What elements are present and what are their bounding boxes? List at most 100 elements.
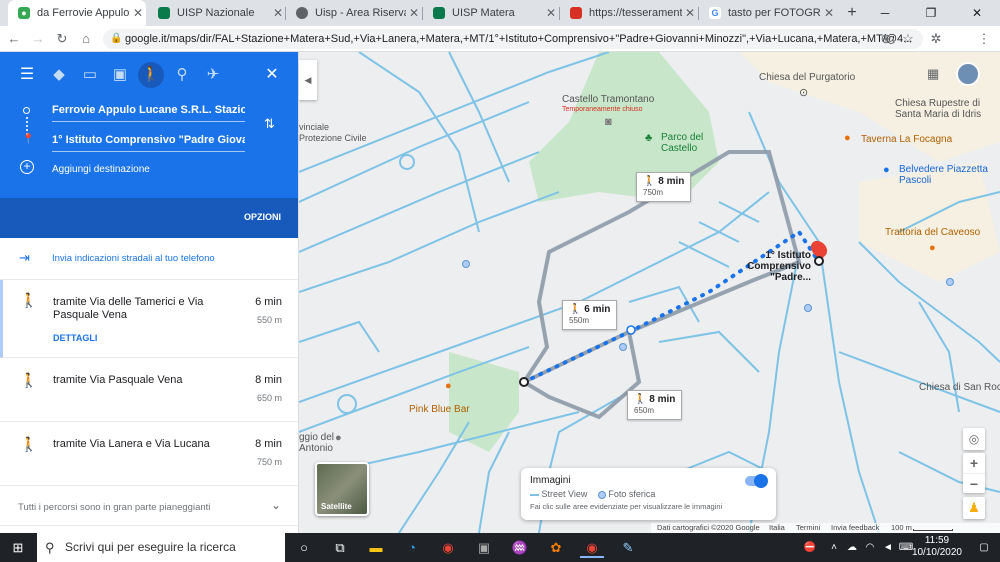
route-time: 8 min (255, 374, 282, 386)
close-icon[interactable]: ✕ (270, 6, 286, 20)
swap-icon[interactable]: ⇅ (264, 116, 275, 132)
walk-callout-3[interactable]: 🚶 8 min 650m (627, 390, 683, 420)
route-option-1[interactable]: 🚶 tramite Via delle Tamerici e Via Pasqu… (0, 280, 298, 358)
close-icon[interactable]: ✕ (821, 6, 837, 20)
label-istituto[interactable]: 1° Istituto Comprensivo "Padre... (711, 250, 811, 283)
tab-google-search[interactable]: G tasto per FOTOGRAFARE ✕ (699, 0, 837, 26)
store-icon[interactable]: ▣ (472, 537, 496, 558)
destination-input[interactable]: 1° Istituto Comprensivo "Padre Giovanni (52, 134, 245, 152)
hamburger-menu-icon[interactable]: ☰ (14, 62, 40, 88)
transit-icon[interactable]: ▣ (107, 62, 133, 88)
label-taverna[interactable]: Taverna La Focagna (861, 134, 952, 145)
terms-link[interactable]: Termini (796, 523, 820, 532)
label-chiesa-rupestre[interactable]: Chiesa Rupestre di Santa Maria di Idris (895, 98, 995, 120)
zoom-in-button[interactable]: + (963, 453, 985, 473)
satellite-toggle[interactable]: Satellite (315, 462, 369, 516)
origin-dot-icon (23, 107, 30, 114)
close-icon[interactable]: ✕ (406, 6, 422, 20)
details-button[interactable]: DETTAGLI (53, 333, 97, 343)
my-location-button[interactable]: ◎ (963, 428, 985, 450)
file-explorer-icon[interactable]: ▬ (364, 537, 388, 558)
walk-callout-1[interactable]: 🚶 8 min 750m (636, 172, 692, 202)
origin-input[interactable]: Ferrovie Appulo Lucane S.R.L. Stazione (52, 104, 245, 122)
menu-dots-icon[interactable]: ⋮ (974, 29, 994, 49)
collapse-panel-button[interactable]: ◀ (299, 60, 317, 100)
address-bar[interactable]: 🔒 google.it/maps/dir/FAL+Stazione+Matera… (103, 29, 923, 49)
people-icon[interactable]: ⛔ (798, 537, 822, 558)
chevron-down-icon[interactable]: ⌄ (271, 498, 281, 512)
camera-icon: ◙ (605, 116, 612, 128)
send-to-phone-icon: ⇥ (19, 250, 30, 265)
map-canvas[interactable]: Chiesa del Purgatorio ⊙ Castello Tramont… (299, 52, 1000, 533)
edge-icon[interactable]: ◔ (400, 537, 424, 558)
route-distance: 750 m (256, 457, 282, 467)
car-icon[interactable]: ▭ (77, 62, 103, 88)
label-antonio[interactable]: ggio del Antonio (299, 432, 339, 454)
task-view-icon[interactable]: ⧉ (328, 537, 352, 558)
add-icon[interactable]: + (20, 160, 34, 174)
feedback-link[interactable]: Invia feedback (831, 523, 879, 532)
terrain-note-row[interactable]: Tutti i percorsi sono in gran parte pian… (0, 486, 298, 526)
label-trattoria[interactable]: Trattoria del Caveoso (885, 227, 980, 238)
chrome-icon[interactable]: ◉ (436, 537, 460, 558)
maximize-button[interactable]: ❐ (908, 0, 954, 26)
walking-icon[interactable]: 🚶 (138, 62, 164, 88)
scale-label[interactable]: 100 m (891, 523, 912, 532)
close-window-button[interactable]: ✕ (954, 0, 1000, 26)
church-icon: ⊙ (799, 87, 809, 99)
reload-icon[interactable]: ↻ (52, 29, 72, 49)
label-pink-blue-bar[interactable]: Pink Blue Bar (409, 404, 470, 415)
country-link[interactable]: Italia (769, 523, 785, 532)
acrobat-icon[interactable]: ♒ (508, 537, 532, 558)
tab-maps[interactable]: ● da Ferrovie Appulo Lucane ✕ (8, 0, 146, 26)
tab-uisp-matera[interactable]: UISP Matera ✕ (423, 0, 559, 26)
close-icon[interactable]: ✕ (682, 6, 698, 20)
flight-icon[interactable]: ✈ (200, 62, 226, 88)
bookmark-star-icon[interactable]: ☆ (898, 29, 918, 49)
route-option-3[interactable]: 🚶 tramite Via Lanera e Via Lucana 8 min … (0, 422, 298, 486)
windows-taskbar: ⊞ ⚲ Scrivi qui per eseguire la ricerca ○… (0, 533, 1000, 562)
zoom-out-button[interactable]: − (963, 473, 985, 493)
send-to-phone-row[interactable]: ⇥ Invia indicazioni stradali al tuo tele… (0, 238, 298, 280)
send-to-phone-link[interactable]: Invia indicazioni stradali al tuo telefo… (52, 253, 215, 264)
add-destination-link[interactable]: Aggiungi destinazione (52, 164, 150, 175)
minimize-button[interactable]: ─ (862, 0, 908, 26)
home-icon[interactable]: ⌂ (76, 29, 96, 49)
close-icon[interactable]: ✕ (130, 6, 146, 20)
cortana-icon[interactable]: ○ (292, 537, 316, 558)
options-button[interactable]: OPZIONI (244, 212, 281, 222)
app-icon[interactable]: ✎ (616, 537, 640, 558)
label-parco[interactable]: Parco del Castello (661, 132, 711, 154)
label-castello[interactable]: Castello Tramontano (562, 94, 654, 105)
route-option-2[interactable]: 🚶 tramite Via Pasquale Vena 8 min 650 m (0, 358, 298, 422)
close-icon[interactable]: ✕ (543, 6, 559, 20)
label-chiesa-purgatorio[interactable]: Chiesa del Purgatorio (759, 72, 855, 83)
app-icon[interactable]: ✿ (544, 537, 568, 558)
taskbar-search[interactable]: ⚲ Scrivi qui per eseguire la ricerca (37, 533, 285, 562)
close-directions-icon[interactable]: ✕ (259, 62, 285, 88)
extensions-puzzle-icon[interactable]: ✲ (926, 29, 946, 49)
zoom-icon[interactable]: ⊕ (876, 29, 896, 49)
notifications-icon[interactable]: ▢ (972, 537, 996, 558)
walk-callout-2[interactable]: 🚶 6 min 550m (562, 300, 618, 330)
imagery-toggle[interactable] (745, 474, 768, 488)
tab-uisp-nazionale[interactable]: UISP Nazionale ✕ (148, 0, 286, 26)
forward-icon[interactable]: → (28, 29, 48, 49)
tab-uisp-area-riservata[interactable]: Uisp - Area Riservata 2.0 ✕ (286, 0, 422, 26)
label-protezione[interactable]: vinciale Protezione Civile (299, 122, 369, 144)
new-tab-button[interactable]: + (842, 3, 862, 23)
profile-avatar[interactable] (956, 62, 980, 86)
windows-start-icon[interactable]: ⊞ (6, 537, 30, 558)
pegman-icon[interactable]: ♟ (963, 497, 985, 519)
apps-grid-icon[interactable]: ▦ (927, 66, 939, 82)
route-distance: 550 m (256, 315, 282, 325)
bicycle-icon[interactable]: ⚲ (169, 62, 195, 88)
chrome-active-icon[interactable]: ◉ (580, 537, 604, 558)
label-belvedere[interactable]: Belvedere Piazzetta Pascoli (899, 164, 989, 186)
label-san-rocco[interactable]: Chiesa di San Rocco (919, 382, 1000, 393)
route-time: 6 min (255, 296, 282, 308)
best-route-icon[interactable]: ◆ (46, 62, 72, 88)
back-icon[interactable]: ← (4, 29, 24, 49)
tab-tesseramento[interactable]: https://tesseramento.uisp ✕ (560, 0, 698, 26)
clock[interactable]: 11:59 10/10/2020 (912, 535, 962, 559)
